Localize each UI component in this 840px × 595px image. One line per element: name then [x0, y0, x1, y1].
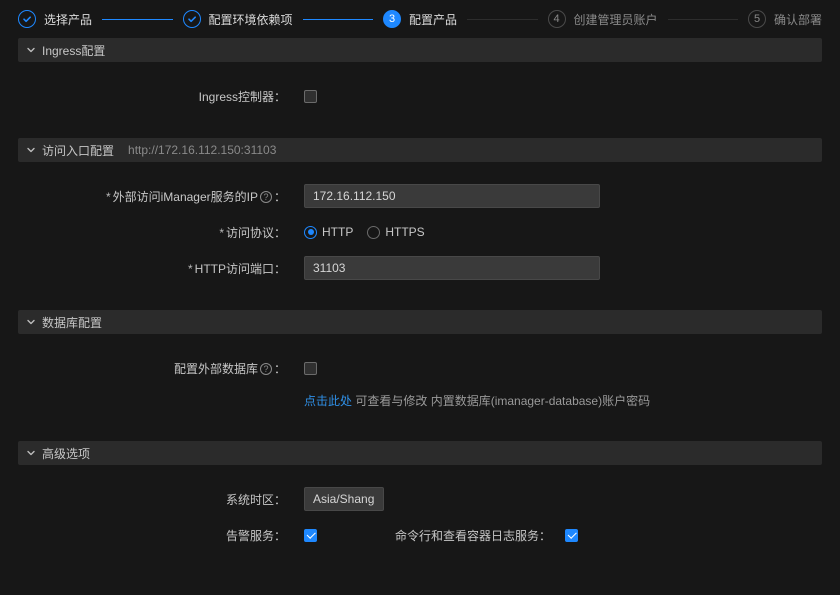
timezone-input[interactable] [304, 487, 384, 511]
step-connector [102, 19, 172, 20]
db-hint-link[interactable]: 点击此处 [304, 392, 352, 409]
http-port-label: *HTTP访问端口： [18, 260, 290, 277]
step-3: 3 配置产品 [383, 10, 457, 28]
radio-dot-icon [304, 226, 317, 239]
step-label: 配置产品 [409, 11, 457, 28]
step-connector [668, 19, 738, 20]
protocol-http-radio[interactable]: HTTP [304, 225, 353, 239]
section-title: Ingress配置 [42, 42, 105, 59]
protocol-label: *访问协议： [18, 224, 290, 241]
section-body-ingress: Ingress控制器： [18, 62, 822, 138]
external-ip-input[interactable] [304, 184, 600, 208]
section-header-db[interactable]: 数据库配置 [18, 310, 822, 334]
step-1: 选择产品 [18, 10, 92, 28]
chevron-down-icon [26, 317, 36, 327]
step-number: 5 [748, 10, 766, 28]
section-body-advanced: 系统时区： 告警服务： 命令行和查看容器日志服务： [18, 465, 822, 577]
timezone-label: 系统时区： [18, 491, 290, 508]
step-label: 配置环境依赖项 [209, 11, 293, 28]
section-header-access[interactable]: 访问入口配置 http://172.16.112.150:31103 [18, 138, 822, 162]
step-label: 确认部署 [774, 11, 822, 28]
chevron-down-icon [26, 145, 36, 155]
step-check-icon [18, 10, 36, 28]
help-icon[interactable]: ? [260, 191, 272, 203]
step-2: 配置环境依赖项 [183, 10, 293, 28]
protocol-https-radio[interactable]: HTTPS [367, 225, 424, 239]
external-db-label: 配置外部数据库?： [18, 360, 290, 377]
log-service-checkbox[interactable] [565, 529, 578, 542]
chevron-down-icon [26, 45, 36, 55]
external-db-checkbox[interactable] [304, 362, 317, 375]
radio-dot-icon [367, 226, 380, 239]
step-4: 4 创建管理员账户 [548, 10, 658, 28]
stepper: 选择产品 配置环境依赖项 3 配置产品 4 创建管理员账户 5 确认部署 [0, 0, 840, 38]
step-number: 4 [548, 10, 566, 28]
section-header-ingress[interactable]: Ingress配置 [18, 38, 822, 62]
step-label: 创建管理员账户 [574, 11, 658, 28]
alert-service-checkbox[interactable] [304, 529, 317, 542]
section-header-advanced[interactable]: 高级选项 [18, 441, 822, 465]
chevron-down-icon [26, 448, 36, 458]
section-body-access: *外部访问iManager服务的IP?： *访问协议： HTTP HTTPS [18, 162, 822, 310]
protocol-https-text: HTTPS [385, 225, 424, 239]
step-check-icon [183, 10, 201, 28]
section-body-db: 配置外部数据库?： 点击此处 可查看与修改 内置数据库(imanager-dat… [18, 334, 822, 427]
content: Ingress配置 Ingress控制器： 访问入口配置 http://172.… [0, 38, 840, 595]
external-ip-label: *外部访问iManager服务的IP?： [18, 188, 290, 205]
step-connector [467, 19, 537, 20]
section-title: 数据库配置 [42, 314, 102, 331]
http-port-input[interactable] [304, 256, 600, 280]
alert-service-label: 告警服务： [18, 527, 290, 544]
step-number: 3 [383, 10, 401, 28]
log-service-label: 命令行和查看容器日志服务： [395, 527, 551, 544]
protocol-http-text: HTTP [322, 225, 353, 239]
db-hint: 点击此处 可查看与修改 内置数据库(imanager-database)账户密码 [18, 392, 822, 409]
step-5: 5 确认部署 [748, 10, 822, 28]
section-title: 高级选项 [42, 445, 90, 462]
db-hint-text: 可查看与修改 内置数据库(imanager-database)账户密码 [355, 392, 650, 409]
access-url: http://172.16.112.150:31103 [128, 143, 276, 157]
section-title: 访问入口配置 [42, 142, 114, 159]
help-icon[interactable]: ? [260, 363, 272, 375]
ingress-controller-checkbox[interactable] [304, 90, 317, 103]
ingress-controller-label: Ingress控制器： [18, 88, 290, 105]
step-connector [303, 19, 373, 20]
step-label: 选择产品 [44, 11, 92, 28]
